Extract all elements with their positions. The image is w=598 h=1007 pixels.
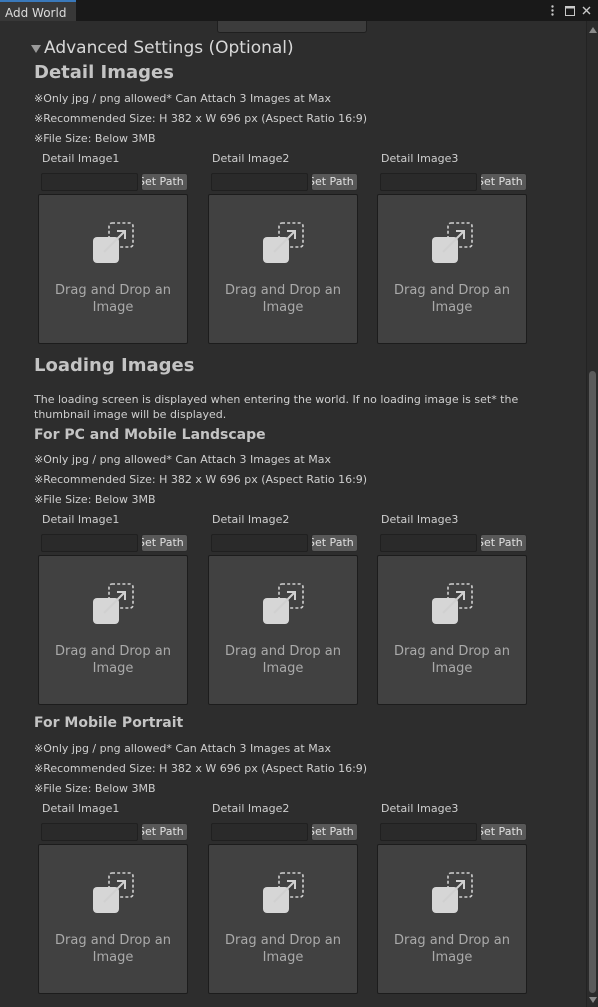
landscape-note-format: ※Only jpg / png allowed* Can Attach 3 Im… [34,453,331,466]
image-slot: Detail Image1 Set Path Drag and Drop an Im… [38,802,188,1002]
image-drop-zone[interactable]: Drag and Drop an Image [208,844,358,994]
portrait-note-format: ※Only jpg / png allowed* Can Attach 3 Im… [34,742,331,755]
drop-zone-text: Drag and Drop an Image [55,283,171,315]
image-slot: Detail Image2 Set Path Drag and Drop an Im… [208,513,358,713]
portrait-note-size: ※Recommended Size: H 382 x W 696 px (Asp… [34,762,368,775]
scroll-thumb[interactable] [589,371,596,993]
image-path-field[interactable] [41,173,138,191]
drag-drop-image-icon [261,871,305,919]
set-path-button[interactable]: Set Path [480,823,527,841]
set-path-button[interactable]: Set Path [480,173,527,191]
image-path-field[interactable] [211,534,308,552]
portrait-heading: For Mobile Portrait [34,715,184,731]
drop-zone-text: Drag and Drop an Image [225,644,341,676]
set-path-button[interactable]: Set Path [141,173,188,191]
slot-label: Detail Image3 [381,513,459,526]
image-drop-zone[interactable]: Drag and Drop an Image [377,555,527,705]
scroll-down-arrow-icon[interactable] [589,997,597,1003]
loading-images-heading: Loading Images [34,355,195,376]
previous-field-stub [217,21,367,33]
slot-label: Detail Image3 [381,802,459,815]
portrait-note-filesize: ※File Size: Below 3MB [34,782,156,795]
slot-label: Detail Image1 [42,802,120,815]
drag-drop-image-icon [430,221,474,269]
image-path-field[interactable] [211,173,308,191]
image-slot: Detail Image1 Set Path Drag and Drop an Im… [38,513,188,713]
image-slot: Detail Image2 Set Path Drag and Drop an Im… [208,152,358,352]
drop-zone-text: Drag and Drop an Image [394,644,510,676]
drag-drop-image-icon [261,221,305,269]
image-path-field[interactable] [380,173,477,191]
landscape-note-size: ※Recommended Size: H 382 x W 696 px (Asp… [34,473,368,486]
image-drop-zone[interactable]: Drag and Drop an Image [208,194,358,344]
slot-label: Detail Image1 [42,152,120,165]
image-drop-zone[interactable]: Drag and Drop an Image [38,555,188,705]
drop-zone-text: Drag and Drop an Image [55,644,171,676]
detail-note-filesize: ※File Size: Below 3MB [34,132,156,145]
image-drop-zone[interactable]: Drag and Drop an Image [38,194,188,344]
set-path-button[interactable]: Set Path [480,534,527,552]
drop-zone-text: Drag and Drop an Image [225,283,341,315]
image-slot: Detail Image3 Set Path Drag and Drop an Im… [377,513,527,713]
image-slot: Detail Image1 Set Path Drag and Drop an Im… [38,152,188,352]
window-controls [547,2,592,19]
maximize-icon[interactable] [564,5,575,16]
inspector-content: Advanced Settings (Optional) Detail Imag… [0,21,586,1007]
drop-zone-text: Drag and Drop an Image [394,933,510,965]
slot-label: Detail Image2 [212,802,290,815]
slot-label: Detail Image2 [212,152,290,165]
image-path-field[interactable] [41,823,138,841]
image-drop-zone[interactable]: Drag and Drop an Image [208,555,358,705]
slot-label: Detail Image3 [381,152,459,165]
drag-drop-image-icon [430,871,474,919]
set-path-button[interactable]: Set Path [141,534,188,552]
drag-drop-image-icon [261,582,305,630]
foldout-label: Advanced Settings (Optional) [44,38,294,58]
scroll-up-arrow-icon[interactable] [589,27,597,33]
image-drop-zone[interactable]: Drag and Drop an Image [377,844,527,994]
detail-note-size: ※Recommended Size: H 382 x W 696 px (Asp… [34,112,368,125]
set-path-button[interactable]: Set Path [141,823,188,841]
set-path-button[interactable]: Set Path [311,823,358,841]
image-path-field[interactable] [211,823,308,841]
advanced-settings-foldout[interactable]: Advanced Settings (Optional) [31,38,294,58]
foldout-triangle-icon [31,45,41,53]
drop-zone-text: Drag and Drop an Image [394,283,510,315]
drop-zone-text: Drag and Drop an Image [225,933,341,965]
image-slot: Detail Image3 Set Path Drag and Drop an Im… [377,152,527,352]
tab-add-world[interactable]: Add World [0,0,76,21]
landscape-heading: For PC and Mobile Landscape [34,427,266,443]
add-world-window: Add World Advanced Settings (Optional) D… [0,0,598,1007]
close-icon[interactable] [581,5,592,16]
drag-drop-image-icon [91,221,135,269]
set-path-button[interactable]: Set Path [311,173,358,191]
drag-drop-image-icon [91,871,135,919]
image-slot: Detail Image3 Set Path Drag and Drop an Im… [377,802,527,1002]
detail-note-format: ※Only jpg / png allowed* Can Attach 3 Im… [34,92,331,105]
tab-bar: Add World [0,0,598,21]
kebab-menu-icon[interactable] [547,5,558,16]
image-drop-zone[interactable]: Drag and Drop an Image [38,844,188,994]
landscape-note-filesize: ※File Size: Below 3MB [34,493,156,506]
image-path-field[interactable] [41,534,138,552]
set-path-button[interactable]: Set Path [311,534,358,552]
image-path-field[interactable] [380,534,477,552]
vertical-scrollbar[interactable] [586,21,598,1007]
drag-drop-image-icon [91,582,135,630]
image-drop-zone[interactable]: Drag and Drop an Image [377,194,527,344]
detail-images-heading: Detail Images [34,62,174,83]
loading-description: The loading screen is displayed when ent… [34,393,519,421]
image-path-field[interactable] [380,823,477,841]
drop-zone-text: Drag and Drop an Image [55,933,171,965]
drag-drop-image-icon [430,582,474,630]
image-slot: Detail Image2 Set Path Drag and Drop an Im… [208,802,358,1002]
slot-label: Detail Image1 [42,513,120,526]
slot-label: Detail Image2 [212,513,290,526]
